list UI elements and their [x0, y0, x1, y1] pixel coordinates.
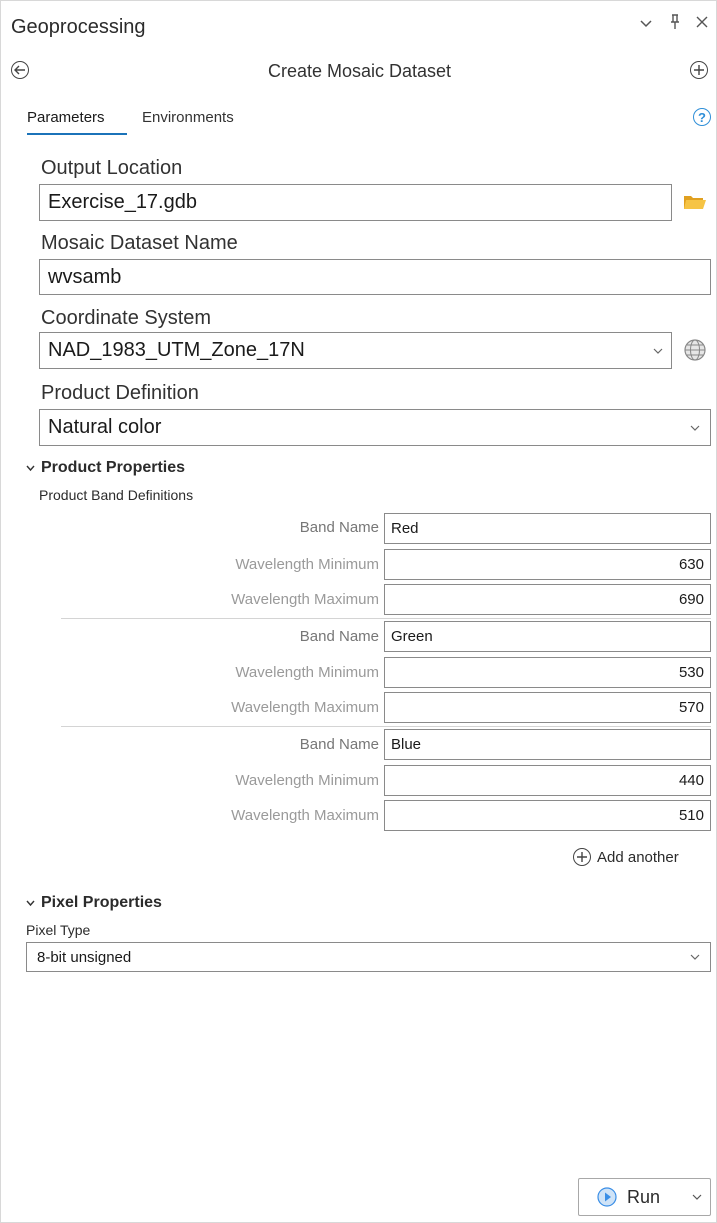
- band-name-value: Green: [391, 628, 433, 645]
- wavelength-max-label: Wavelength Maximum: [231, 591, 379, 608]
- band-name-field[interactable]: Green: [384, 621, 711, 652]
- globe-icon[interactable]: [683, 338, 707, 367]
- pane-title: Geoprocessing: [11, 16, 146, 38]
- band-divider: [61, 726, 711, 727]
- pane-options-chevron-icon[interactable]: [639, 16, 653, 35]
- band-name-label: Band Name: [299, 736, 379, 753]
- pixel-properties-header: Pixel Properties: [41, 894, 162, 911]
- product-definition-dropdown[interactable]: Natural color: [39, 409, 711, 446]
- coordinate-system-dropdown[interactable]: NAD_1983_UTM_Zone_17N: [39, 332, 672, 369]
- product-definition-value: Natural color: [48, 416, 162, 438]
- add-icon[interactable]: [690, 61, 708, 79]
- pixel-properties-section-toggle[interactable]: Pixel Properties: [26, 894, 162, 912]
- help-icon[interactable]: ?: [693, 108, 711, 126]
- add-icon: [573, 848, 591, 866]
- add-another-button[interactable]: Add another: [573, 848, 679, 866]
- geoprocessing-pane: Geoprocessing Create Mosaic Dataset Para…: [0, 0, 717, 1223]
- product-properties-section-toggle[interactable]: Product Properties: [26, 459, 185, 477]
- pin-icon[interactable]: [668, 13, 682, 36]
- band-name-label: Band Name: [299, 628, 379, 645]
- chevron-down-icon: [690, 421, 700, 435]
- dataset-name-value: wvsamb: [48, 265, 122, 288]
- product-properties-header: Product Properties: [41, 459, 186, 476]
- run-options-chevron-icon[interactable]: [692, 1193, 702, 1201]
- wavelength-min-label: Wavelength Minimum: [235, 556, 379, 573]
- wavelength-max-label: Wavelength Maximum: [231, 807, 379, 824]
- wavelength-max-value: 510: [678, 807, 704, 824]
- tab-parameters[interactable]: Parameters: [27, 109, 105, 126]
- band-name-value: Red: [391, 520, 419, 537]
- wavelength-max-field[interactable]: 510: [384, 800, 711, 831]
- band-name-field[interactable]: Blue: [384, 729, 711, 760]
- active-tab-indicator: [27, 133, 127, 135]
- dataset-name-field[interactable]: wvsamb: [39, 259, 711, 295]
- wavelength-min-field[interactable]: 530: [384, 657, 711, 688]
- coordinate-system-value: NAD_1983_UTM_Zone_17N: [48, 339, 305, 361]
- band-name-label: Band Name: [299, 519, 379, 536]
- pixel-type-dropdown[interactable]: 8-bit unsigned: [26, 942, 711, 972]
- product-band-definitions-label: Product Band Definitions: [39, 487, 194, 503]
- output-location-field[interactable]: Exercise_17.gdb: [39, 184, 672, 221]
- chevron-down-icon: [26, 900, 35, 907]
- run-label: Run: [627, 1186, 661, 1207]
- pixel-type-value: 8-bit unsigned: [37, 948, 132, 966]
- dataset-name-label: Mosaic Dataset Name: [41, 232, 238, 254]
- wavelength-max-field[interactable]: 570: [384, 692, 711, 723]
- wavelength-max-field[interactable]: 690: [384, 584, 711, 615]
- chevron-down-icon: [26, 465, 35, 472]
- wavelength-min-value: 630: [678, 556, 704, 573]
- band-name-value: Blue: [391, 736, 422, 753]
- chevron-down-icon: [690, 950, 700, 964]
- wavelength-max-value: 690: [678, 591, 704, 608]
- add-another-label: Add another: [597, 848, 679, 866]
- product-definition-label: Product Definition: [41, 382, 199, 404]
- close-icon[interactable]: [694, 14, 710, 35]
- wavelength-max-label: Wavelength Maximum: [231, 699, 379, 716]
- chevron-down-icon: [653, 344, 663, 358]
- tool-title: Create Mosaic Dataset: [267, 61, 452, 81]
- output-location-value: Exercise_17.gdb: [48, 191, 197, 213]
- run-button[interactable]: Run: [578, 1178, 711, 1216]
- play-icon: [597, 1187, 617, 1207]
- wavelength-min-value: 440: [678, 772, 704, 789]
- wavelength-min-field[interactable]: 630: [384, 549, 711, 580]
- wavelength-min-label: Wavelength Minimum: [235, 772, 379, 789]
- band-name-field[interactable]: Red: [384, 513, 711, 544]
- band-divider: [61, 618, 711, 619]
- tab-environments[interactable]: Environments: [142, 109, 234, 126]
- wavelength-min-value: 530: [678, 664, 704, 681]
- pixel-type-label: Pixel Type: [26, 922, 91, 938]
- coordinate-system-label: Coordinate System: [41, 307, 212, 329]
- folder-icon[interactable]: [683, 193, 707, 216]
- wavelength-min-field[interactable]: 440: [384, 765, 711, 796]
- output-location-label: Output Location: [41, 157, 183, 179]
- wavelength-min-label: Wavelength Minimum: [235, 664, 379, 681]
- wavelength-max-value: 570: [678, 699, 704, 716]
